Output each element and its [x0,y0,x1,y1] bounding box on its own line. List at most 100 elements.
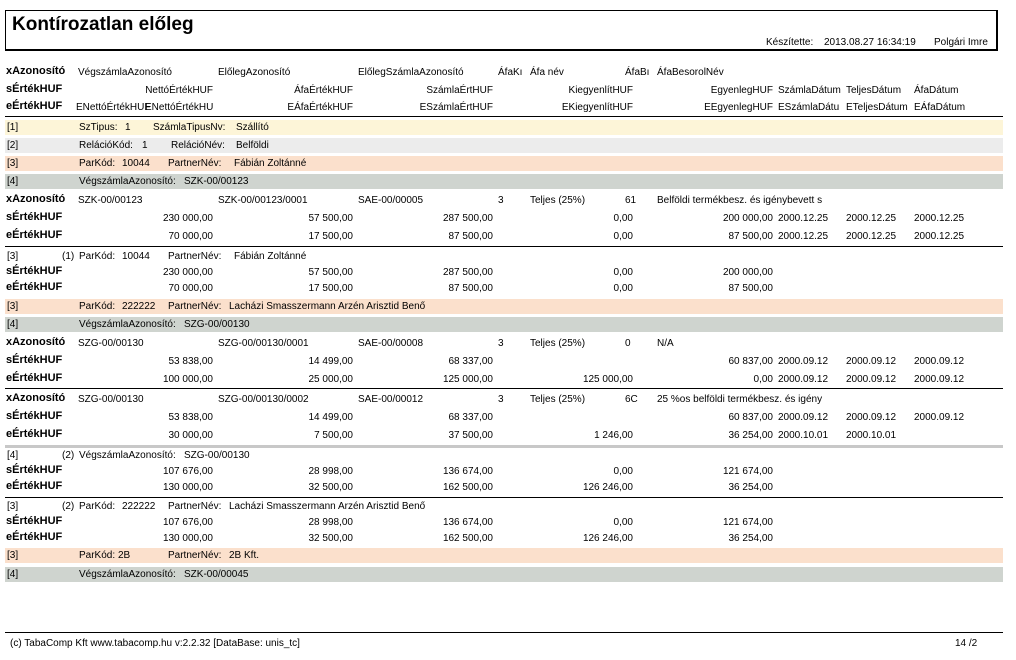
cell: 287 500,00 [442,213,493,224]
group-count: (2) [62,501,75,512]
group-count: (2) [62,450,75,461]
row-label: sÉrtékHUF [6,464,63,476]
group-value: 2B [118,550,131,561]
group-value: SZK-00/00045 [184,569,249,580]
row-label: sÉrtékHUF [6,265,63,277]
cell: 57 500,00 [308,267,354,278]
cell: 3 [498,195,504,206]
group-index: [4] [7,176,19,187]
group-key: PartnerNév: [168,501,222,512]
cell: 0,00 [613,466,633,477]
group-value: 1 [142,140,148,151]
cell: 57 500,00 [308,213,354,224]
header-label: Áfa név [530,67,564,78]
header-label: EÁfaDátum [914,102,966,113]
group-key: PartnerNév: [168,550,222,561]
cell: 121 674,00 [722,517,773,528]
page-number: 14 /2 [955,638,978,649]
cell: 60 837,00 [728,356,774,367]
cell: 0,00 [613,213,633,224]
cell: 87 500,00 [728,231,774,242]
cell: 2000.09.12 [914,374,965,385]
group-band [5,138,1003,153]
group-value: SZG-00/00130 [184,319,250,330]
cell: 2000.09.12 [778,356,829,367]
header-label: SzámlaÉrtHUF [426,85,493,96]
cell: 0,00 [753,374,773,385]
group-value: SZG-00/00130 [184,450,250,461]
cell: 30 000,00 [168,430,214,441]
cell: 32 500,00 [308,533,354,544]
cell: 130 000,00 [162,482,213,493]
footer-divider [5,632,1003,633]
cell: 0,00 [613,267,633,278]
cell: Teljes (25%) [530,338,586,349]
cell: Teljes (25%) [530,195,586,206]
group-key: ParKód: [79,501,116,512]
report-title: Kontírozatlan előleg [12,14,194,35]
row-label: eÉrtékHUF [6,480,63,492]
group-count: (1) [62,251,75,262]
group-key: ParKód: [79,158,116,169]
row-label: xAzonosító [6,336,66,348]
header-label: ÁfaÉrtékHUF [294,85,353,96]
cell: 130 000,00 [162,533,213,544]
cell: 25 %os belföldi termékbesz. és igény [657,394,823,405]
header-divider [5,116,1003,117]
header-label: ENettóÉrtékHU [145,102,214,113]
header-label: ElőlegSzámlaAzonosító [358,67,464,78]
cell: 68 337,00 [448,412,494,423]
cell: 61 [625,195,637,206]
group-band [5,548,1003,563]
cell: 200 000,00 [722,267,773,278]
row-label: eÉrtékHUF [6,229,63,241]
cell: 87 500,00 [448,231,494,242]
cell: 0,00 [613,283,633,294]
header-label: ÁfaDátum [914,85,959,96]
row-label: eÉrtékHUF [6,372,63,384]
group-index: [3] [7,158,19,169]
cell: 125 000,00 [582,374,633,385]
group-key: VégszámlaAzonosító: [79,319,176,330]
row-divider [5,497,1003,498]
cell: 14 499,00 [308,356,354,367]
group-index: [3] [7,251,19,262]
cell: 2000.12.25 [846,231,897,242]
cell: 230 000,00 [162,267,213,278]
cell: 32 500,00 [308,482,354,493]
group-key: SzámlaTipusNv: [153,122,226,133]
group-value: Belföldi [236,140,269,151]
group-index: [4] [7,450,19,461]
group-key: VégszámlaAzonosító: [79,450,176,461]
cell: 126 246,00 [582,533,633,544]
group-sum-divider [5,445,1003,448]
cell: SZG-00/00130 [78,394,144,405]
group-value: 10044 [122,158,150,169]
cell: 3 [498,338,504,349]
header-label: VégszámlaAzonosító [78,67,172,78]
cell: 68 337,00 [448,356,494,367]
group-key: PartnerNév: [168,251,222,262]
group-key: PartnerNév: [168,158,222,169]
cell: 53 838,00 [168,356,214,367]
group-value: 222222 [122,301,156,312]
group-key: RelációNév: [171,140,225,151]
cell: 87 500,00 [448,283,494,294]
cell: 17 500,00 [308,283,354,294]
header-label: ESzámlaDátu [778,102,840,113]
group-value: 222222 [122,501,156,512]
cell: 28 998,00 [308,466,354,477]
cell: 2000.09.12 [778,374,829,385]
cell: 2000.10.01 [846,430,897,441]
cell: 0,00 [613,231,633,242]
cell: 60 837,00 [728,412,774,423]
cell: 230 000,00 [162,213,213,224]
cell: 17 500,00 [308,231,354,242]
cell: 200 000,00 [722,213,773,224]
header-label: ÁfaBesorolNév [657,67,724,78]
cell: 1 246,00 [594,430,633,441]
cell: Teljes (25%) [530,394,586,405]
header-label: EÁfaÉrtékHUF [287,102,353,113]
header-label: ÁfaBı [625,67,650,78]
header-label: sÉrtékHUF [6,83,63,95]
